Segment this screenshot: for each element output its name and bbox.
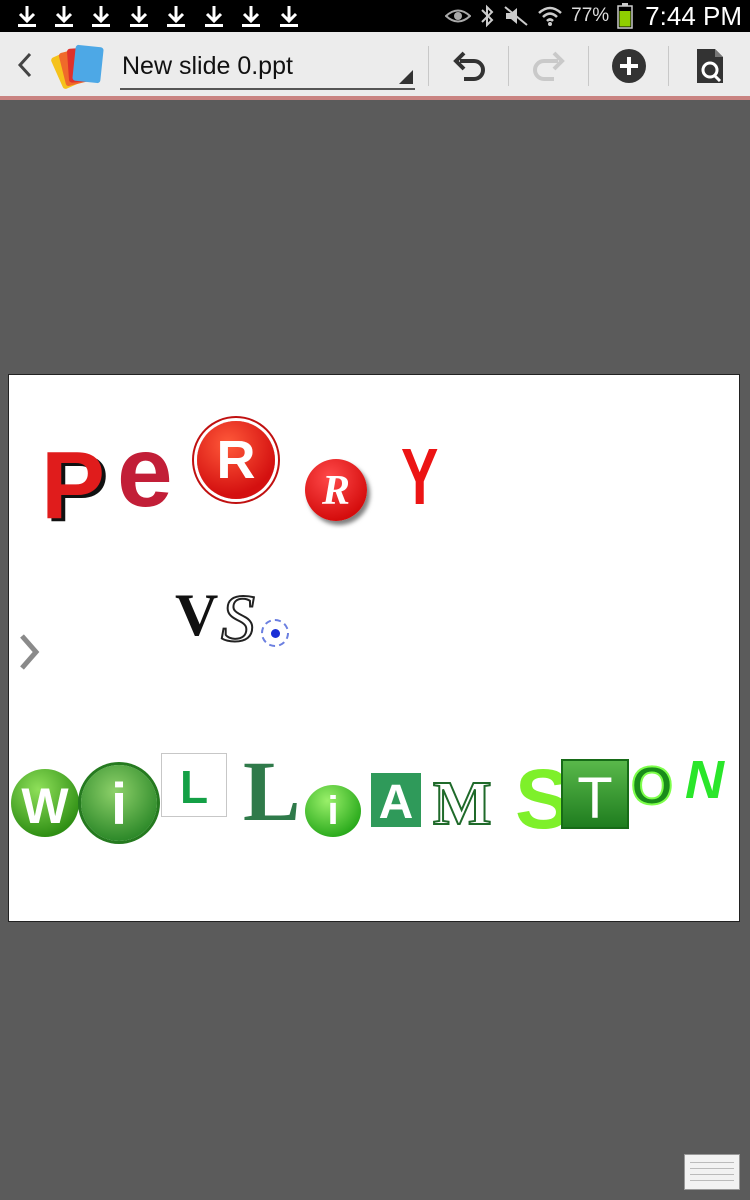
download-icon: [165, 3, 187, 29]
clock: 7:44 PM: [645, 0, 742, 31]
slide-canvas[interactable]: P e R R Y V S W i L L i A M S T O N: [8, 374, 740, 922]
chevron-right-icon: [20, 634, 40, 670]
document-gear-icon: [697, 49, 723, 83]
back-button[interactable]: [10, 48, 42, 82]
slide-letter-l-serif: L: [243, 743, 301, 839]
battery-icon: [617, 3, 633, 29]
eye-icon: [445, 9, 472, 23]
undo-button[interactable]: [448, 46, 492, 86]
document-settings-button[interactable]: [688, 46, 732, 86]
slide-dot: [261, 619, 289, 647]
redo-icon: [533, 51, 565, 81]
slide-letter-e: e: [117, 416, 173, 528]
plus-circle-icon: [612, 49, 646, 83]
app-toolbar: New slide 0.ppt: [0, 32, 750, 100]
slide-letter-r-circle: R: [197, 421, 275, 499]
slide-letter-n: N: [685, 750, 724, 810]
slide-letter-y: Y: [401, 432, 439, 521]
status-bar: 77% 7:44 PM: [0, 0, 750, 32]
notes-toggle-button[interactable]: [684, 1154, 740, 1190]
bluetooth-icon: [481, 4, 494, 28]
slide-letter-l-box: L: [161, 753, 227, 817]
download-icon: [53, 3, 75, 29]
file-title-dropdown[interactable]: New slide 0.ppt: [120, 44, 415, 90]
download-icon: [240, 3, 262, 29]
slide-letter-m: M: [432, 769, 493, 839]
dropdown-caret-icon: [399, 70, 413, 84]
slide-letter-s: S: [220, 579, 256, 657]
chevron-left-icon: [17, 52, 32, 78]
next-slide-arrow[interactable]: [14, 630, 44, 674]
download-icon: [16, 3, 38, 29]
undo-icon: [453, 51, 485, 81]
file-name: New slide 0.ppt: [122, 52, 293, 80]
slide-letter-i-circle: i: [81, 765, 157, 841]
slide-letter-w: W: [11, 769, 79, 837]
download-icon: [90, 3, 112, 29]
mute-icon: [504, 6, 528, 26]
download-icon: [203, 3, 225, 29]
app-logo: [50, 42, 110, 90]
redo-button[interactable]: [526, 46, 570, 86]
battery-percent: 77%: [571, 5, 610, 26]
slide-letter-a: A: [371, 773, 421, 829]
slide-letter-r-round: R: [305, 459, 367, 521]
slide-letter-t-square: T: [561, 759, 629, 831]
download-icon: [278, 3, 300, 29]
download-icon: [128, 3, 150, 29]
slide-letter-o: O: [630, 755, 674, 817]
wifi-icon: [538, 6, 562, 26]
slide-letter-v: V: [175, 582, 219, 648]
slide-letter-i-bubble: i: [305, 785, 361, 837]
add-button[interactable]: [607, 46, 651, 86]
slide-letter-p: P: [41, 432, 106, 539]
